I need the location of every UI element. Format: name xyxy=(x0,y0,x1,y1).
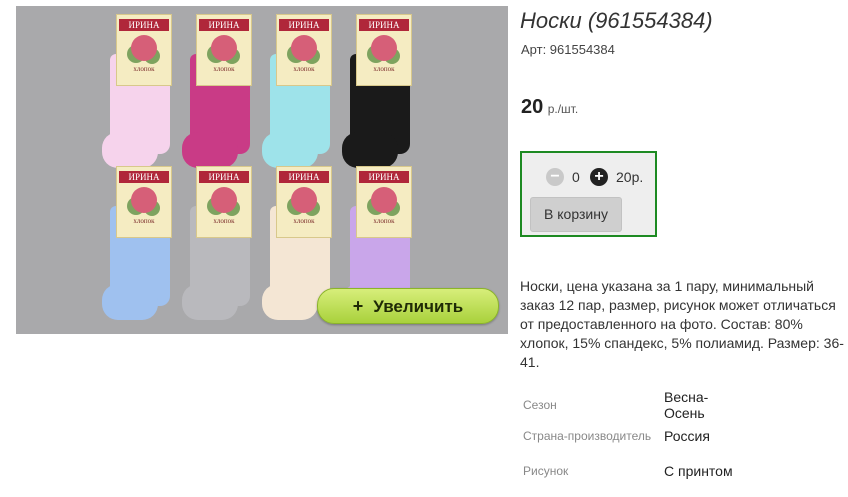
sock-image: ИРИНА хлопок xyxy=(102,14,188,172)
add-to-cart-box: − 0 + 20р. В корзину xyxy=(520,151,657,237)
spec-label: Рисунок xyxy=(523,464,569,478)
spec-value: Весна-Осень xyxy=(664,389,709,421)
cart-total: 20р. xyxy=(616,169,644,185)
price-value: 20 xyxy=(521,96,544,118)
add-to-cart-button[interactable]: В корзину xyxy=(530,197,622,232)
price-unit: р./шт. xyxy=(547,102,579,116)
specs-table: Сезон Весна-Осень Страна-производитель Р… xyxy=(520,388,734,492)
sock-image: ИРИНА хлопок xyxy=(182,166,268,324)
spec-value: Россия xyxy=(664,428,710,444)
spec-row: Сезон Весна-Осень xyxy=(520,388,734,422)
minus-icon[interactable]: − xyxy=(546,168,564,186)
sock-image: ИРИНА хлопок xyxy=(262,14,348,172)
plus-icon[interactable]: + xyxy=(590,168,608,186)
product-price: 20 р./шт. xyxy=(521,96,578,119)
sock-image: ИРИНА хлопок xyxy=(182,14,268,172)
plus-icon: + xyxy=(352,296,364,316)
product-image[interactable]: ИРИНА хлопок ИРИНА хлопок ИРИНА хлопок ИРИН… xyxy=(16,6,508,334)
product-sku: Арт: 961554384 xyxy=(521,42,615,57)
quantity-value: 0 xyxy=(572,169,580,185)
zoom-button-label: Увеличить xyxy=(373,297,464,316)
product-title: Носки (961554384) xyxy=(520,8,713,33)
spec-label: Страна-производитель xyxy=(523,429,652,443)
spec-label: Сезон xyxy=(523,398,557,412)
spec-row: Страна-производитель Россия xyxy=(520,422,734,450)
spec-row: Рисунок С принтом xyxy=(520,450,734,492)
sock-image: ИРИНА хлопок xyxy=(342,14,428,172)
product-description: Носки, цена указана за 1 пару, минимальн… xyxy=(520,278,844,370)
spec-value: С принтом xyxy=(664,463,733,479)
zoom-button[interactable]: + Увеличить xyxy=(317,288,499,324)
sock-image: ИРИНА хлопок xyxy=(102,166,188,324)
